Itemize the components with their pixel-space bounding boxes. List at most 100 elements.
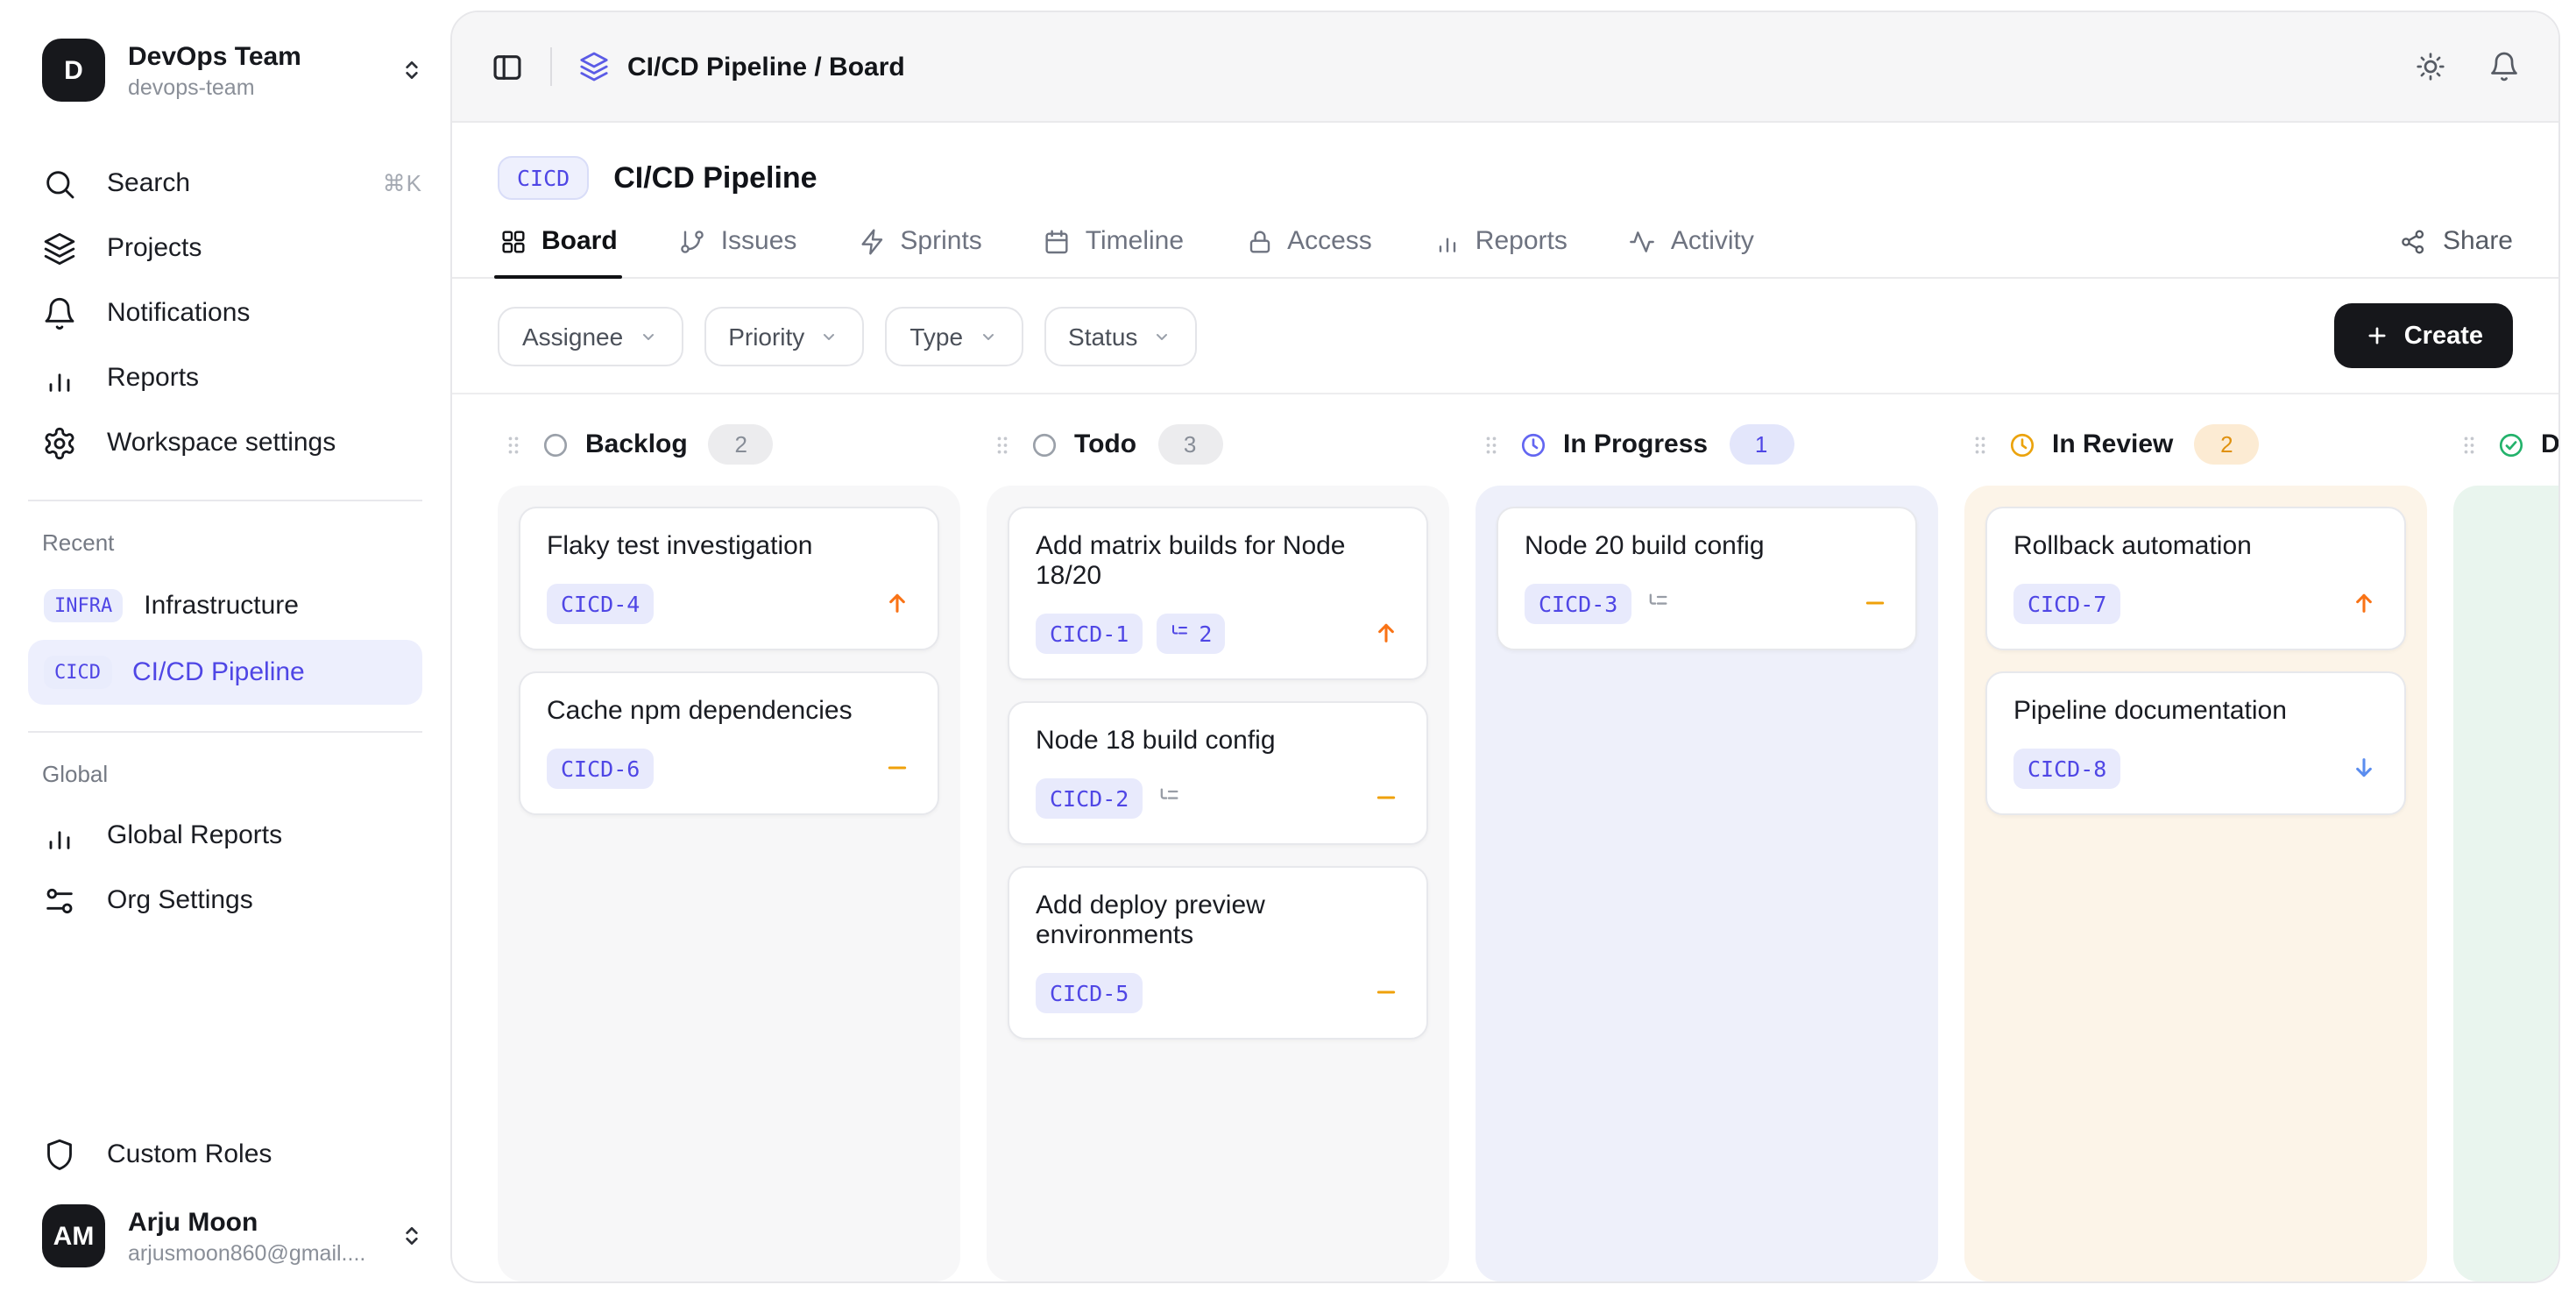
gear-icon: [42, 425, 77, 460]
arrow-down-icon: [2350, 754, 2378, 782]
filter-type[interactable]: Type: [885, 306, 1023, 366]
issue-card[interactable]: Add deploy preview environmentsCICD-5: [1008, 865, 1428, 1039]
clock-status-icon: [1519, 431, 1547, 459]
tab-reports[interactable]: Reports: [1432, 223, 1569, 277]
priority-high-icon: [883, 589, 911, 617]
priority-high-icon: [1372, 619, 1400, 647]
tab-label: Sprints: [900, 226, 981, 256]
check-circle-status-icon: [2497, 431, 2525, 459]
sidebar-footer-list: Custom Roles: [0, 1122, 450, 1187]
tab-board[interactable]: Board: [498, 223, 619, 277]
sidebar-item-label: Search: [107, 168, 190, 198]
user-switch-button[interactable]: [398, 1222, 426, 1250]
plus-icon: [2364, 323, 2390, 349]
sidebar-item-global-reports[interactable]: Global Reports: [0, 803, 450, 868]
tab-access[interactable]: Access: [1243, 223, 1374, 277]
sidebar-item-label: Org Settings: [107, 885, 253, 915]
drag-handle-icon[interactable]: [990, 433, 1015, 458]
bar-chart-icon: [1433, 227, 1461, 255]
sidebar-item-search[interactable]: Search⌘K: [0, 151, 450, 216]
issue-meta: CICD-3: [1525, 583, 1889, 623]
layers-icon: [42, 231, 77, 266]
chevrons-up-down-icon: [398, 1222, 426, 1250]
share-button[interactable]: Share: [2399, 226, 2513, 277]
board-column-backlog: Backlog2 Flaky test investigationCICD-4 Ca…: [498, 421, 960, 1281]
issue-card[interactable]: Pipeline documentationCICD-8: [1985, 671, 2406, 814]
bar-chart-icon: [42, 818, 77, 853]
workspace-switch-button[interactable]: [398, 56, 426, 84]
sidebar-item-label: Projects: [107, 233, 202, 263]
theme-toggle-sun-icon[interactable]: [2415, 51, 2446, 82]
layers-icon: [578, 51, 610, 82]
chevron-down-icon: [977, 325, 998, 346]
drag-handle-icon[interactable]: [501, 433, 526, 458]
user-menu[interactable]: AM Arju Moon arjusmoon860@gmail....: [0, 1187, 450, 1267]
notifications-bell-icon[interactable]: [2488, 51, 2520, 82]
user-meta: Arju Moon arjusmoon860@gmail....: [128, 1207, 398, 1265]
issue-card[interactable]: Node 20 build configCICD-3: [1497, 506, 1917, 650]
filter-assignee[interactable]: Assignee: [498, 306, 683, 366]
tab-issues[interactable]: Issues: [677, 223, 799, 277]
issue-card[interactable]: Add matrix builds for Node 18/20CICD-12: [1008, 506, 1428, 679]
sidebar-item-notifications[interactable]: Notifications: [0, 280, 450, 345]
drag-handle-icon[interactable]: [1479, 433, 1504, 458]
filter-priority[interactable]: Priority: [704, 306, 864, 366]
create-label: Create: [2404, 322, 2483, 350]
tab-activity[interactable]: Activity: [1627, 223, 1756, 277]
sliders-icon: [42, 883, 77, 918]
subtask-icon: [1157, 785, 1181, 810]
column-header: Todo3: [987, 424, 1449, 465]
arrow-up-icon: [1372, 619, 1400, 647]
priority-medium-icon: [1861, 589, 1889, 617]
sidebar-project-cicd[interactable]: CICDCI/CD Pipeline: [28, 640, 422, 705]
issue-card[interactable]: Node 18 build configCICD-2: [1008, 700, 1428, 844]
sidebar-item-label: Reports: [107, 363, 199, 393]
issue-meta: CICD-5: [1036, 972, 1400, 1012]
sidebar-project-infra[interactable]: INFRAInfrastructure: [28, 573, 422, 638]
board-column-in-progress: In Progress1Node 20 build configCICD-3: [1476, 421, 1938, 1281]
issue-card[interactable]: Rollback automationCICD-7: [1985, 506, 2406, 650]
column-header: In Review2: [1964, 424, 2427, 465]
tab-label: Timeline: [1086, 226, 1184, 256]
filter-status[interactable]: Status: [1044, 306, 1197, 366]
issue-meta: CICD-2: [1036, 777, 1400, 818]
workspace-switcher[interactable]: D DevOps Team devops-team: [0, 25, 450, 116]
user-avatar: AM: [42, 1204, 105, 1267]
issue-card[interactable]: Cache npm dependenciesCICD-6: [519, 671, 939, 814]
breadcrumb: CI/CD Pipeline / Board: [578, 51, 905, 82]
priority-low-icon: [2350, 754, 2378, 782]
sidebar-item-projects[interactable]: Projects: [0, 216, 450, 280]
topbar-actions: [2415, 51, 2520, 82]
sidebar-item-workspace-settings[interactable]: Workspace settings: [0, 410, 450, 475]
issue-meta: CICD-7: [2013, 583, 2378, 623]
issue-title: Cache npm dependencies: [547, 695, 911, 725]
workspace-slug: devops-team: [128, 75, 398, 99]
drag-handle-icon[interactable]: [2457, 433, 2481, 458]
clock-status-icon: [2008, 431, 2036, 459]
sidebar-divider: [28, 731, 422, 733]
tab-sprints[interactable]: Sprints: [856, 223, 983, 277]
sidebar-item-custom-roles[interactable]: Custom Roles: [0, 1122, 450, 1187]
filter-label: Type: [909, 322, 963, 350]
issue-card[interactable]: Flaky test investigationCICD-4: [519, 506, 939, 650]
workspace-meta: DevOps Team devops-team: [128, 41, 398, 99]
sidebar-toggle-button[interactable]: [491, 50, 524, 83]
minus-icon: [1861, 589, 1889, 617]
create-button[interactable]: Create: [2334, 303, 2513, 368]
sidebar-item-label: Custom Roles: [107, 1139, 272, 1169]
sidebar-spacer: [0, 933, 450, 1122]
drag-handle-icon[interactable]: [1968, 433, 1992, 458]
issue-title: Flaky test investigation: [547, 530, 911, 560]
filter-bar: Assignee Priority Type Status: [498, 306, 1218, 366]
issue-key-badge: CICD-7: [2013, 583, 2120, 623]
subtask-count: 2: [1199, 620, 1212, 646]
column-header: Backlog2: [498, 424, 960, 465]
sidebar-item-org-settings[interactable]: Org Settings: [0, 868, 450, 933]
issue-key-badge: CICD-3: [1525, 583, 1631, 623]
workspace-avatar: D: [42, 39, 105, 102]
sidebar-item-reports[interactable]: Reports: [0, 345, 450, 410]
chevron-down-icon: [637, 325, 658, 346]
search-icon: [42, 166, 77, 201]
user-email: arjusmoon860@gmail....: [128, 1240, 398, 1265]
tab-timeline[interactable]: Timeline: [1042, 223, 1185, 277]
